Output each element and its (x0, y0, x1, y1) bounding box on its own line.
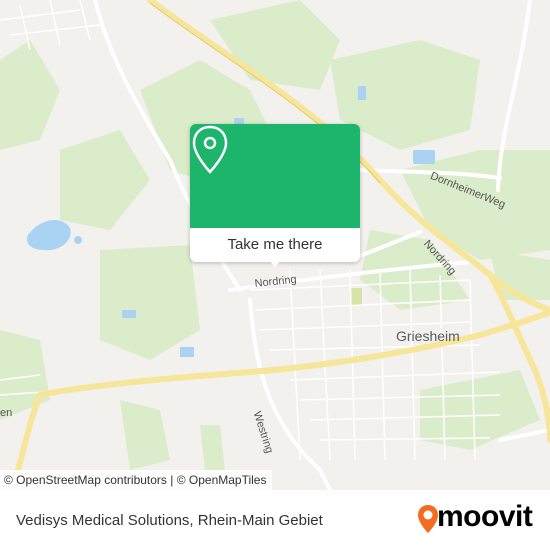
map-attribution[interactable]: © OpenStreetMap contributors | © OpenMap… (0, 470, 273, 490)
place-label-griesheim: Griesheim (396, 328, 460, 344)
popup-pointer (267, 258, 283, 267)
moovit-wordmark: moovit (437, 500, 533, 533)
popup-header (190, 124, 360, 228)
moovit-pin-icon (418, 505, 438, 533)
location-title: Vedisys Medical Solutions, Rhein-Main Ge… (16, 512, 323, 529)
moovit-logo[interactable]: moovit (417, 500, 535, 536)
take-me-there-button[interactable]: Take me there (190, 228, 360, 262)
place-label-edge: en (0, 407, 13, 419)
destination-popup: Take me there (190, 124, 360, 267)
map-view[interactable]: Nordring Nordring DornheimerWeg Westring… (0, 0, 550, 490)
location-pin-icon (192, 125, 228, 174)
